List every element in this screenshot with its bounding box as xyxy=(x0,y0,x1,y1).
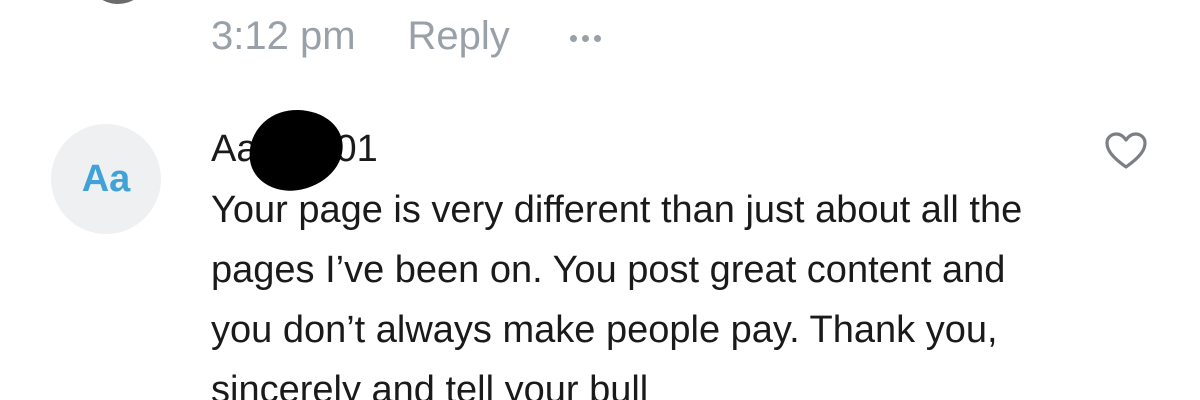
comment-thread: 3:12 pm Reply Aa Aa 01 Your page is very … xyxy=(0,0,1200,400)
more-options-icon[interactable] xyxy=(569,31,601,42)
comment-text: Your page is very different than just ab… xyxy=(211,189,1023,400)
more-dot xyxy=(569,34,577,42)
reply-button[interactable]: Reply xyxy=(408,14,510,59)
more-dot xyxy=(593,34,601,42)
avatar[interactable]: Aa xyxy=(51,124,161,234)
comment-author[interactable]: Aa 01 xyxy=(211,103,378,196)
comment-timestamp: 3:12 pm xyxy=(211,13,356,58)
more-dot xyxy=(581,34,589,42)
previous-avatar xyxy=(88,0,148,4)
avatar-initials: Aa xyxy=(81,157,131,200)
previous-comment-meta: 3:12 pm Reply xyxy=(211,10,601,62)
comment-author-row: Aa 01 xyxy=(211,103,378,196)
heart-outline-icon[interactable] xyxy=(1104,131,1148,171)
